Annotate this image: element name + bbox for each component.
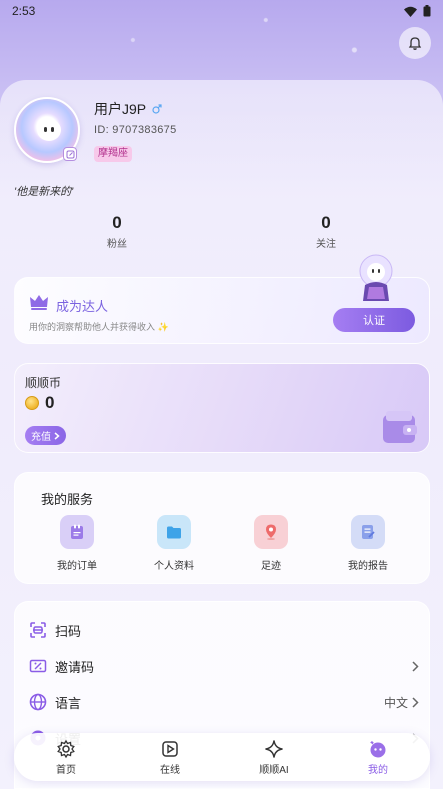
username-row: 用户J9P [94, 99, 162, 119]
fans-count: 0 [112, 213, 122, 232]
ticket-icon [29, 657, 47, 675]
service-label: 我的报告 [348, 561, 388, 572]
globe-icon [29, 693, 47, 711]
service-footprints[interactable]: 足迹 [236, 515, 306, 572]
menu-label: 扫码 [55, 623, 82, 639]
coin-title: 顺顺币 [25, 376, 62, 390]
service-label: 我的订单 [57, 561, 97, 572]
male-icon [152, 104, 162, 114]
tab-label: 首页 [56, 764, 76, 776]
tab-shunshun-ai[interactable]: 顺顺AI [239, 739, 309, 776]
expert-subtitle: 用你的洞察帮助他人并获得收入 ✨ [29, 322, 169, 332]
menu-item-invite-code[interactable]: 邀请码 [29, 652, 419, 680]
tab-online[interactable]: 在线 [135, 739, 205, 776]
coin-balance: 0 [45, 393, 55, 412]
home-gear-icon [57, 739, 75, 758]
following-stat[interactable]: 0 关注 [296, 213, 356, 250]
fans-label: 粉丝 [107, 239, 127, 250]
scan-icon [29, 621, 47, 639]
expert-title: 成为达人 [56, 299, 109, 314]
menu-label: 语言 [55, 695, 82, 711]
menu-item-scan[interactable]: 扫码 [29, 616, 419, 644]
fans-stat[interactable]: 0 粉丝 [87, 213, 147, 250]
tab-label: 顺顺AI [259, 764, 289, 776]
my-services-card: 我的服务 我的订单 个人资料 足迹 我的报告 [14, 472, 430, 584]
play-icon [162, 740, 178, 757]
wallet-icon [383, 411, 417, 443]
tab-home[interactable]: 首页 [31, 739, 101, 776]
chevron-right-icon [54, 431, 60, 440]
menu-item-language[interactable]: 语言 中文 [29, 688, 419, 716]
following-count: 0 [321, 213, 331, 232]
coin-card: 顺顺币 0 充值 [14, 363, 430, 453]
service-my-reports[interactable]: 我的报告 [333, 515, 403, 572]
avatar-eye-right [51, 127, 54, 132]
service-label: 足迹 [261, 561, 281, 572]
service-label: 个人资料 [154, 561, 194, 572]
user-bio: '他是新来的' [14, 186, 74, 198]
battery-icon [423, 5, 431, 17]
profile-face-icon [370, 740, 386, 757]
zodiac-badge: 摩羯座 [94, 146, 132, 162]
certify-button[interactable]: 认证 [333, 308, 415, 332]
bell-icon [408, 37, 422, 50]
menu-right: 中文 [384, 694, 419, 711]
avatar-eye-left [44, 127, 47, 132]
status-bar: 2:53 [0, 0, 443, 22]
crown-icon [30, 295, 48, 310]
service-profile-info[interactable]: 个人资料 [139, 515, 209, 572]
services-title: 我的服务 [41, 492, 94, 507]
user-id: ID: 9707383675 [94, 124, 177, 136]
avatar-face [37, 119, 61, 141]
status-time: 2:53 [12, 4, 36, 18]
bottom-tab-bar: 首页 在线 顺顺AI 我的 [14, 733, 430, 781]
recharge-button[interactable]: 充值 [25, 426, 66, 445]
edit-icon [66, 150, 74, 158]
chevron-right-icon [412, 696, 419, 708]
report-icon [351, 515, 385, 549]
tab-label: 我的 [368, 764, 388, 776]
menu-label: 邀请码 [55, 659, 95, 675]
avatar-edit-button[interactable] [63, 147, 77, 161]
folder-icon [157, 515, 191, 549]
username: 用户J9P [94, 101, 147, 117]
wifi-icon [404, 6, 417, 17]
following-label: 关注 [316, 239, 336, 250]
coin-balance-row: 0 [25, 393, 54, 413]
tab-label: 在线 [160, 764, 180, 776]
notification-button[interactable] [399, 27, 431, 59]
tab-mine[interactable]: 我的 [343, 739, 413, 776]
menu-right [412, 660, 419, 672]
recharge-label: 充值 [31, 432, 51, 443]
order-icon [60, 515, 94, 549]
language-value: 中文 [383, 695, 408, 710]
mascot-illustration [359, 254, 393, 301]
sparkle-icon [265, 739, 283, 758]
location-pin-icon [254, 515, 288, 549]
coin-icon [25, 396, 39, 410]
service-my-orders[interactable]: 我的订单 [42, 515, 112, 572]
chevron-right-icon [412, 660, 419, 672]
